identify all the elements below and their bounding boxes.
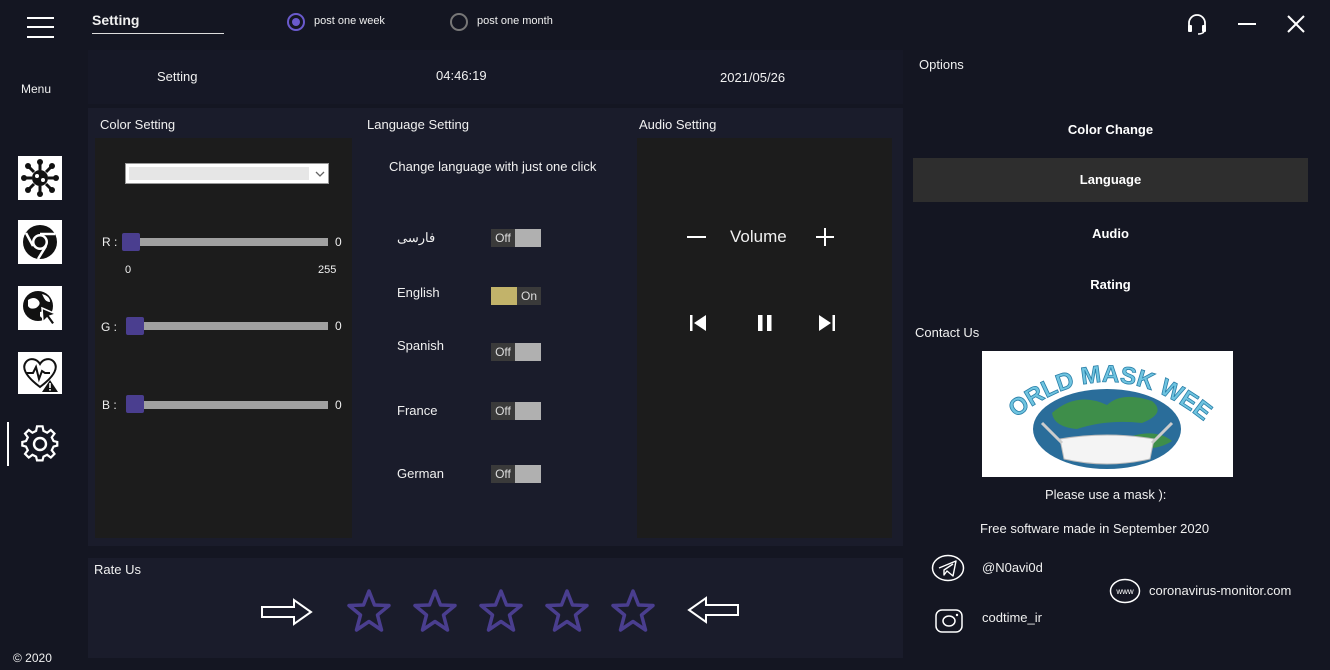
volume-down-icon[interactable] — [687, 236, 706, 238]
world-mask-week-logo: WORLD MASK WEEK — [982, 351, 1233, 477]
language-setting-title: Language Setting — [367, 117, 469, 132]
previous-track-icon[interactable] — [689, 314, 707, 332]
option-audio[interactable]: Audio — [913, 212, 1308, 256]
b-value: 0 — [335, 398, 342, 412]
r-slider-thumb[interactable] — [122, 233, 140, 251]
title-underline — [92, 33, 224, 34]
g-slider-thumb[interactable] — [126, 317, 144, 335]
language-label-france: France — [397, 403, 438, 418]
toggle-state: Off — [491, 465, 515, 483]
r-max: 255 — [318, 264, 337, 276]
color-setting-panel — [95, 138, 352, 538]
audio-setting-title: Audio Setting — [639, 117, 717, 132]
toggle-state: On — [517, 287, 541, 305]
language-label-english: English — [397, 285, 440, 300]
volume-label: Volume — [730, 227, 787, 246]
made-note: Free software made in September 2020 — [980, 521, 1210, 536]
month-radio-label[interactable]: post one month — [477, 15, 553, 27]
g-slider-track[interactable] — [130, 322, 328, 330]
telegram-handle[interactable]: @N0avi0d — [982, 560, 1043, 575]
r-slider-track[interactable] — [126, 238, 328, 246]
r-label: R : — [102, 235, 118, 249]
gear-icon[interactable] — [20, 424, 60, 464]
sidebar: Menu © 2020 — [0, 0, 83, 670]
language-label-spanish: Spanish — [397, 338, 444, 353]
g-value: 0 — [335, 319, 342, 333]
options-title: Options — [919, 57, 964, 72]
volume-up-icon[interactable] — [815, 227, 835, 247]
instagram-icon[interactable] — [934, 608, 964, 634]
toggle-english[interactable]: On — [491, 287, 541, 305]
language-label-farsi: فارسی — [397, 230, 436, 245]
toggle-state: Off — [491, 229, 515, 247]
week-radio-label[interactable]: post one week — [314, 15, 385, 27]
language-subtitle: Change language with just one click — [389, 159, 597, 174]
instagram-handle[interactable]: codtime_ir — [982, 610, 1042, 625]
toggle-spanish[interactable]: Off — [491, 343, 541, 361]
active-indicator — [7, 422, 9, 466]
r-min: 0 — [125, 264, 132, 276]
telegram-icon[interactable] — [931, 554, 965, 582]
option-language[interactable]: Language — [913, 158, 1308, 202]
toggle-german[interactable]: Off — [491, 465, 541, 483]
week-radio[interactable] — [287, 13, 305, 31]
audio-setting-panel — [637, 138, 892, 538]
language-label-german: German — [397, 466, 444, 481]
close-icon[interactable] — [1286, 14, 1306, 34]
option-rating[interactable]: Rating — [913, 263, 1308, 307]
toggle-state: Off — [491, 343, 515, 361]
pause-icon[interactable] — [756, 314, 774, 332]
star-3[interactable] — [478, 588, 524, 634]
status-time: 04:46:19 — [436, 68, 487, 83]
right-arrow-icon — [261, 598, 313, 626]
chrome-icon[interactable] — [18, 220, 62, 264]
b-label: B : — [102, 398, 117, 412]
globe-cursor-icon[interactable] — [18, 286, 62, 330]
left-arrow-icon — [687, 596, 739, 624]
www-text: www — [1115, 587, 1134, 596]
page-title: Setting — [92, 12, 140, 28]
copyright-text: © 2020 — [13, 651, 52, 665]
b-slider-track[interactable] — [130, 401, 328, 409]
month-radio[interactable] — [450, 13, 468, 31]
rate-us-title: Rate Us — [94, 562, 141, 577]
toggle-farsi[interactable]: Off — [491, 229, 541, 247]
star-2[interactable] — [412, 588, 458, 634]
minimize-icon[interactable] — [1238, 23, 1256, 25]
contact-title: Contact Us — [915, 325, 980, 340]
star-4[interactable] — [544, 588, 590, 634]
mask-note: Please use a mask ): — [1045, 487, 1167, 502]
chevron-down-icon — [314, 167, 326, 179]
g-label: G : — [101, 320, 118, 334]
color-setting-title: Color Setting — [100, 117, 176, 132]
website-link[interactable]: coronavirus-monitor.com — [1149, 583, 1291, 598]
star-1[interactable] — [346, 588, 392, 634]
option-color-change[interactable]: Color Change — [913, 108, 1308, 152]
virus-icon[interactable] — [18, 156, 62, 200]
next-track-icon[interactable] — [818, 314, 836, 332]
toggle-france[interactable]: Off — [491, 402, 541, 420]
status-date: 2021/05/26 — [720, 70, 786, 85]
star-5[interactable] — [610, 588, 656, 634]
status-page: Setting — [157, 69, 198, 84]
status-bar: Setting 04:46:19 2021/05/26 — [88, 50, 903, 104]
color-dropdown[interactable] — [125, 163, 329, 184]
www-icon[interactable]: www — [1109, 578, 1141, 604]
menu-icon[interactable] — [20, 12, 60, 44]
b-slider-thumb[interactable] — [126, 395, 144, 413]
menu-label: Menu — [21, 82, 52, 96]
heart-warning-icon[interactable] — [18, 352, 62, 394]
r-value: 0 — [335, 235, 342, 249]
toggle-state: Off — [491, 402, 515, 420]
headset-icon[interactable] — [1186, 13, 1208, 35]
